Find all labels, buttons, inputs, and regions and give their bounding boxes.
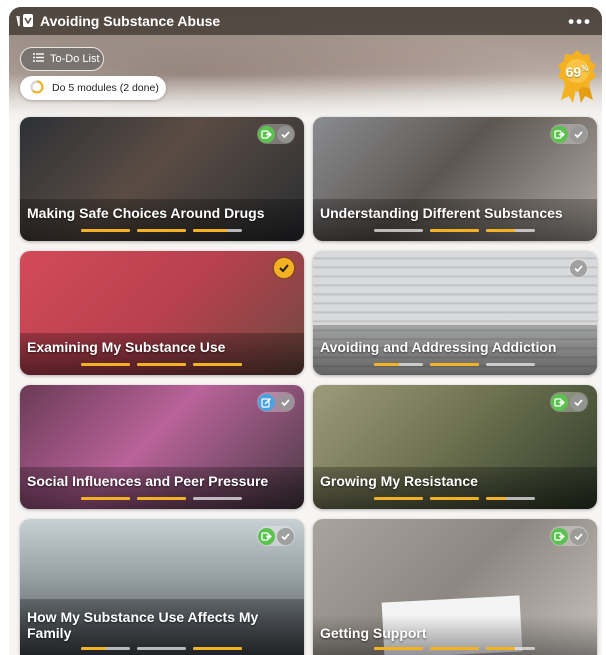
module-title: How My Substance Use Affects My Family bbox=[27, 609, 259, 641]
list-icon bbox=[33, 53, 44, 65]
check-icon[interactable] bbox=[570, 259, 587, 277]
module-status-icons bbox=[273, 258, 295, 278]
badge-percent-sign: % bbox=[581, 64, 589, 73]
progress-segment bbox=[137, 647, 186, 650]
module-status-icons bbox=[257, 392, 295, 412]
progress-segment bbox=[193, 647, 242, 650]
app-window: Avoiding Substance Abuse ••• To-Do List … bbox=[9, 7, 602, 655]
check-icon[interactable] bbox=[277, 527, 294, 545]
module-progress-bars bbox=[313, 497, 597, 501]
module-card[interactable]: Growing My Resistance bbox=[313, 385, 597, 509]
progress-segment bbox=[374, 497, 423, 500]
check-icon[interactable] bbox=[277, 393, 294, 411]
progress-segment bbox=[430, 229, 479, 232]
title-bar: Avoiding Substance Abuse ••• bbox=[9, 7, 602, 35]
module-card[interactable]: Avoiding and Addressing Addiction bbox=[313, 251, 597, 375]
progress-segment bbox=[374, 363, 423, 366]
module-progress-bars bbox=[313, 363, 597, 367]
completion-badge[interactable]: 69% bbox=[555, 48, 599, 104]
module-card[interactable]: Understanding Different Substances bbox=[313, 117, 597, 241]
progress-segment bbox=[137, 497, 186, 500]
badge-percent: 69 bbox=[565, 64, 582, 80]
progress-segment bbox=[81, 647, 130, 650]
exit-icon[interactable] bbox=[551, 393, 568, 411]
module-title: Examining My Substance Use bbox=[27, 339, 226, 355]
module-title: Getting Support bbox=[320, 625, 427, 641]
module-status-icons bbox=[257, 526, 295, 546]
progress-segment bbox=[374, 647, 423, 650]
exit-icon[interactable] bbox=[551, 125, 568, 143]
module-title: Social Influences and Peer Pressure bbox=[27, 473, 269, 489]
module-progress-bars bbox=[20, 363, 304, 367]
module-card[interactable]: Social Influences and Peer Pressure bbox=[20, 385, 304, 509]
exit-icon[interactable] bbox=[258, 125, 275, 143]
module-status-icons bbox=[257, 124, 295, 144]
progress-segment bbox=[486, 363, 535, 366]
module-title: Making Safe Choices Around Drugs bbox=[27, 205, 265, 221]
progress-segment bbox=[81, 363, 130, 366]
module-card[interactable]: How My Substance Use Affects My Family bbox=[20, 519, 304, 655]
module-status-icons bbox=[569, 258, 588, 278]
module-progress-bars bbox=[20, 497, 304, 501]
progress-ring-icon bbox=[30, 79, 44, 97]
progress-segment bbox=[81, 497, 130, 500]
progress-segment bbox=[137, 229, 186, 232]
module-progress-bars bbox=[20, 647, 304, 651]
more-options-button[interactable]: ••• bbox=[568, 12, 592, 32]
progress-segment bbox=[430, 363, 479, 366]
module-title: Growing My Resistance bbox=[320, 473, 478, 489]
todo-list-label: To-Do List bbox=[50, 53, 100, 65]
progress-segment bbox=[430, 647, 479, 650]
edit-icon[interactable] bbox=[258, 393, 275, 411]
app-title: Avoiding Substance Abuse bbox=[40, 13, 221, 29]
todo-list-button[interactable]: To-Do List bbox=[20, 47, 104, 71]
module-status-icons bbox=[550, 526, 588, 546]
module-status-icons bbox=[550, 124, 588, 144]
check-icon[interactable] bbox=[570, 393, 587, 411]
progress-segment bbox=[193, 229, 242, 232]
progress-segment bbox=[137, 363, 186, 366]
progress-segment bbox=[430, 497, 479, 500]
module-card[interactable]: Making Safe Choices Around Drugs bbox=[20, 117, 304, 241]
progress-segment bbox=[486, 497, 535, 500]
module-progress-pill[interactable]: Do 5 modules (2 done) bbox=[20, 76, 166, 100]
module-progress-bars bbox=[20, 229, 304, 233]
module-card[interactable]: Examining My Substance Use bbox=[20, 251, 304, 375]
module-card[interactable]: Getting Support bbox=[313, 519, 597, 655]
module-title: Understanding Different Substances bbox=[320, 205, 563, 221]
progress-segment bbox=[486, 647, 535, 650]
completed-check-icon[interactable] bbox=[274, 258, 294, 278]
progress-segment bbox=[486, 229, 535, 232]
check-icon[interactable] bbox=[570, 125, 587, 143]
module-title: Avoiding and Addressing Addiction bbox=[320, 339, 557, 355]
progress-label: Do 5 modules (2 done) bbox=[52, 82, 159, 94]
module-status-icons bbox=[550, 392, 588, 412]
progress-segment bbox=[81, 229, 130, 232]
progress-segment bbox=[193, 363, 242, 366]
exit-icon[interactable] bbox=[258, 527, 275, 545]
check-icon[interactable] bbox=[570, 527, 587, 545]
progress-segment bbox=[193, 497, 242, 500]
exit-icon[interactable] bbox=[551, 527, 568, 545]
app-logo-icon bbox=[14, 12, 36, 30]
module-progress-bars bbox=[313, 229, 597, 233]
module-progress-bars bbox=[313, 647, 597, 651]
check-icon[interactable] bbox=[277, 125, 294, 143]
progress-segment bbox=[374, 229, 423, 232]
